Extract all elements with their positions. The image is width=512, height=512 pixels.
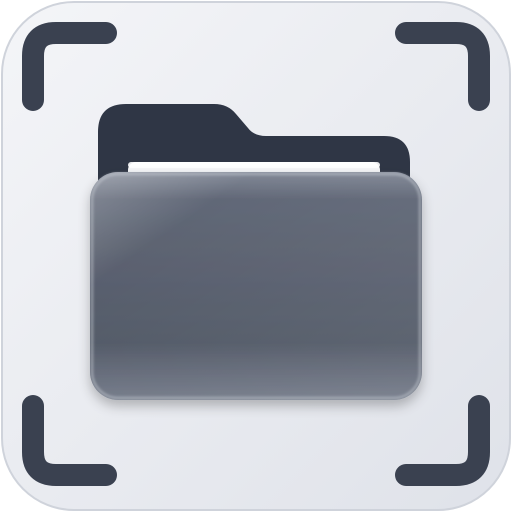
app-icon <box>0 0 512 512</box>
folder-icon <box>90 104 422 400</box>
folder-scan-icon <box>1 1 511 511</box>
